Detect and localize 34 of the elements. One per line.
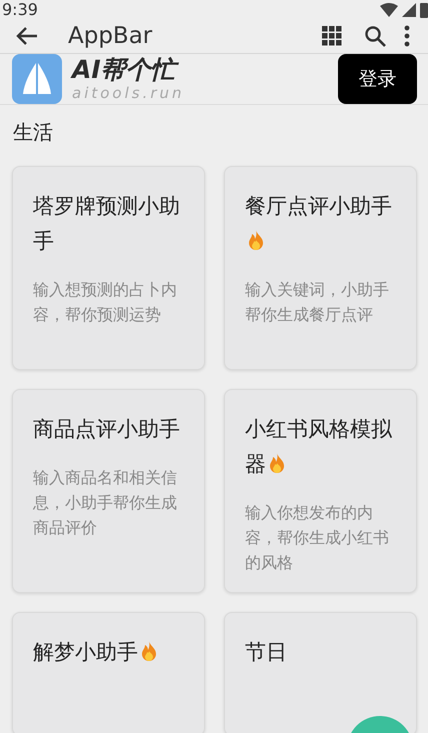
- card-description: 输入想预测的占卜内容，帮你预测运势: [33, 279, 178, 326]
- signal-icon: [402, 2, 416, 16]
- tool-card[interactable]: 小红书风格模拟器 输入你想发布的内容，帮你生成小红书的风格: [224, 389, 417, 593]
- logo-icon: [12, 54, 62, 104]
- more-icon: [404, 25, 410, 47]
- card-title: 餐厅点评小助手: [245, 189, 398, 259]
- tool-card[interactable]: 节日: [224, 612, 417, 733]
- login-button[interactable]: 登录: [338, 54, 417, 104]
- back-arrow-icon: [16, 26, 38, 46]
- status-time: 9:39: [2, 0, 38, 19]
- card-description: 输入关键词，小助手帮你生成餐厅点评: [245, 279, 390, 326]
- flame-icon: [247, 229, 265, 251]
- brand-domain: aitools.run: [72, 84, 186, 102]
- card-description: 输入你想发布的内容，帮你生成小红书的风格: [245, 502, 390, 574]
- tool-card[interactable]: 商品点评小助手 输入商品名和相关信息，小助手帮你生成商品评价: [12, 389, 205, 593]
- card-title: 节日: [245, 639, 288, 666]
- brand-name: AI帮个忙: [72, 56, 338, 84]
- card-title: 解梦小助手: [33, 635, 186, 670]
- flame-icon: [140, 640, 158, 662]
- tool-card[interactable]: 餐厅点评小助手 输入关键词，小助手帮你生成餐厅点评: [224, 166, 417, 370]
- section-title: 生活: [12, 119, 54, 146]
- app-bar-title: AppBar: [68, 23, 154, 49]
- wifi-icon: [380, 2, 398, 16]
- grid-icon: [322, 26, 342, 46]
- tool-card[interactable]: 塔罗牌预测小助手 输入想预测的占卜内容，帮你预测运势: [12, 166, 205, 370]
- card-title: 商品点评小助手: [33, 416, 181, 443]
- battery-icon: [420, 2, 428, 18]
- tool-card[interactable]: 解梦小助手: [12, 612, 205, 733]
- flame-icon: [268, 452, 286, 474]
- card-title: 塔罗牌预测小助手: [33, 193, 181, 255]
- back-button[interactable]: [16, 26, 38, 46]
- card-description: 输入商品名和相关信息，小助手帮你生成商品评价: [33, 467, 178, 539]
- search-icon: [364, 25, 386, 47]
- card-title: 小红书风格模拟器: [245, 416, 393, 478]
